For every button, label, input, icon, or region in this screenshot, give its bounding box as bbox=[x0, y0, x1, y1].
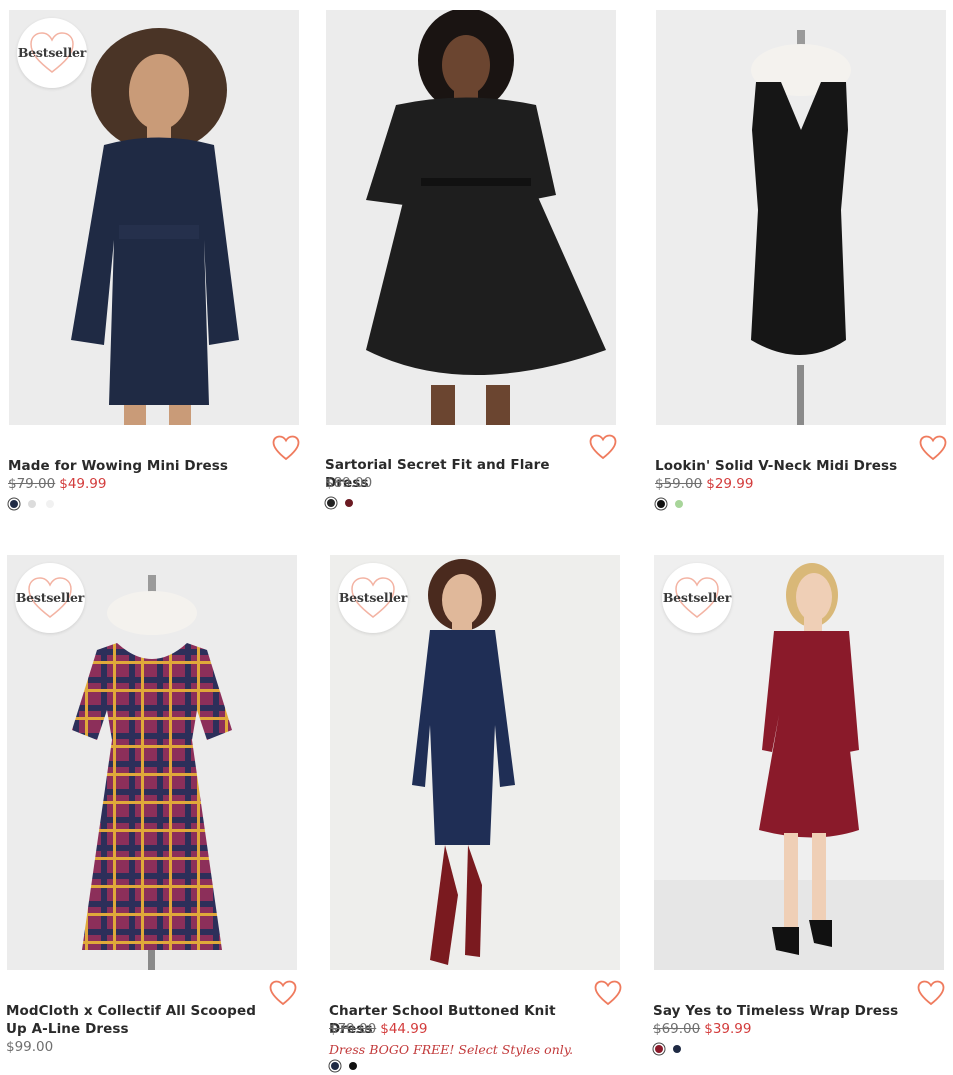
regular-price: $99.00 bbox=[6, 1039, 54, 1055]
wishlist-heart-icon[interactable] bbox=[589, 434, 617, 460]
product-image[interactable]: Bestseller bbox=[7, 555, 297, 970]
bestseller-badge: Bestseller bbox=[338, 563, 408, 633]
original-price: $69.00 bbox=[653, 1021, 701, 1037]
bestseller-badge: Bestseller bbox=[15, 563, 85, 633]
product-title[interactable]: Lookin' Solid V-Neck Midi Dress bbox=[655, 457, 910, 475]
product-price: $99.00 bbox=[6, 1038, 53, 1056]
color-swatch[interactable] bbox=[46, 500, 54, 508]
sale-price: $49.99 bbox=[59, 476, 107, 492]
color-swatch[interactable] bbox=[10, 500, 18, 508]
sale-price: $44.99 bbox=[380, 1021, 428, 1037]
bestseller-badge: Bestseller bbox=[17, 18, 87, 88]
original-price: $59.00 bbox=[655, 476, 703, 492]
product-title[interactable]: ModCloth x Collectif All Scooped Up A-Li… bbox=[6, 1002, 268, 1038]
wishlist-heart-icon[interactable] bbox=[594, 980, 622, 1006]
product-image[interactable] bbox=[656, 10, 946, 425]
color-swatch[interactable] bbox=[28, 500, 36, 508]
color-swatches bbox=[327, 497, 353, 509]
color-swatch[interactable] bbox=[673, 1045, 681, 1053]
product-image[interactable] bbox=[326, 10, 616, 425]
bestseller-badge: Bestseller bbox=[662, 563, 732, 633]
color-swatches bbox=[10, 498, 54, 510]
wishlist-heart-icon[interactable] bbox=[917, 980, 945, 1006]
product-price: $59.00 $29.99 bbox=[655, 475, 754, 493]
wishlist-heart-icon[interactable] bbox=[272, 435, 300, 461]
color-swatch[interactable] bbox=[657, 500, 665, 508]
product-price: $79.00 $44.99 bbox=[329, 1020, 428, 1038]
product-image[interactable]: Bestseller bbox=[330, 555, 620, 970]
color-swatch[interactable] bbox=[327, 499, 335, 507]
color-swatches bbox=[657, 498, 683, 510]
wishlist-heart-icon[interactable] bbox=[919, 435, 947, 461]
product-image[interactable]: Bestseller bbox=[654, 555, 944, 970]
color-swatch[interactable] bbox=[675, 500, 683, 508]
regular-price: $89.00 bbox=[325, 475, 373, 491]
product-title[interactable]: Made for Wowing Mini Dress bbox=[8, 457, 263, 475]
color-swatch[interactable] bbox=[331, 1062, 339, 1070]
promo-message: Dress BOGO FREE! Select Styles only. bbox=[329, 1042, 574, 1057]
color-swatches bbox=[331, 1060, 357, 1072]
bestseller-label: Bestseller bbox=[15, 590, 85, 605]
sale-price: $29.99 bbox=[706, 476, 754, 492]
color-swatches bbox=[655, 1043, 681, 1055]
product-image[interactable]: Bestseller bbox=[9, 10, 299, 425]
bestseller-label: Bestseller bbox=[662, 590, 732, 605]
product-price: $89.00 bbox=[325, 474, 372, 492]
product-title[interactable]: Say Yes to Timeless Wrap Dress bbox=[653, 1002, 915, 1020]
original-price: $79.00 bbox=[8, 476, 56, 492]
product-price: $69.00 $39.99 bbox=[653, 1020, 752, 1038]
sale-price: $39.99 bbox=[704, 1021, 752, 1037]
color-swatch[interactable] bbox=[345, 499, 353, 507]
wishlist-heart-icon[interactable] bbox=[269, 980, 297, 1006]
bestseller-label: Bestseller bbox=[17, 45, 87, 60]
bestseller-label: Bestseller bbox=[338, 590, 408, 605]
color-swatch[interactable] bbox=[655, 1045, 663, 1053]
color-swatch[interactable] bbox=[349, 1062, 357, 1070]
original-price: $79.00 bbox=[329, 1021, 377, 1037]
product-price: $79.00 $49.99 bbox=[8, 475, 107, 493]
